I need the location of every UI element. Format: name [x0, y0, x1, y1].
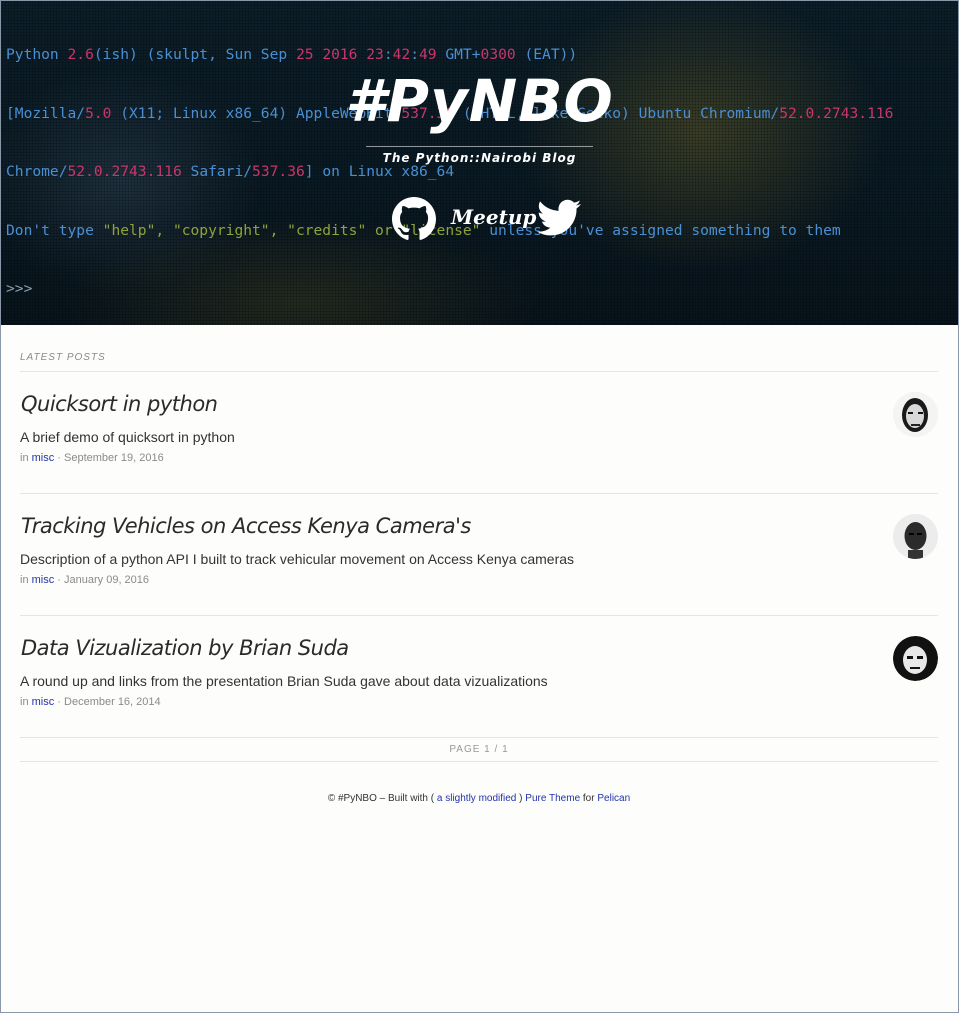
post-title[interactable]: Tracking Vehicles on Access Kenya Camera…	[21, 514, 471, 538]
footer-paren: )	[519, 793, 523, 804]
post-description: A brief demo of quicksort in python	[20, 429, 235, 445]
post-description: Description of a python API I built to t…	[20, 551, 575, 567]
social-links: Meetup	[1, 197, 958, 245]
author-avatar	[893, 636, 938, 681]
post-date: September 19, 2016	[64, 452, 164, 464]
main-content: LATEST POSTS Quicksort in python A brief…	[20, 325, 938, 804]
post-category-link[interactable]: misc	[32, 696, 55, 708]
post-meta: in misc · December 16, 2014	[20, 696, 161, 708]
post-item: Tracking Vehicles on Access Kenya Camera…	[20, 494, 938, 616]
post-meta-prefix: in	[20, 696, 29, 708]
author-avatar	[893, 514, 938, 559]
python-console[interactable]: Python 2.6(ish) (skulpt, Sun Sep 25 2016…	[6, 6, 951, 325]
title-divider	[366, 146, 593, 147]
post-meta-prefix: in	[20, 574, 29, 586]
footer: © #PyNBO – Built with ( a slightly modif…	[20, 793, 938, 804]
console-prompt[interactable]: >>>	[6, 279, 951, 299]
post-description: A round up and links from the presentati…	[20, 673, 548, 689]
site-subtitle: The Python::Nairobi Blog	[382, 151, 577, 165]
github-icon[interactable]	[392, 197, 436, 241]
footer-copyright: © #PyNBO – Built with (	[327, 793, 435, 804]
pure-theme-link[interactable]: Pure Theme	[525, 793, 580, 804]
post-item: Quicksort in python A brief demo of quic…	[20, 372, 938, 494]
latest-posts-heading: LATEST POSTS	[20, 352, 938, 372]
twitter-icon[interactable]	[537, 199, 581, 237]
post-meta: in misc · January 09, 2016	[20, 574, 150, 586]
post-date: January 09, 2016	[64, 574, 150, 586]
pelican-link[interactable]: Pelican	[597, 793, 630, 804]
post-date: December 16, 2014	[64, 696, 161, 708]
post-item: Data Vizualization by Brian Suda A round…	[20, 616, 938, 738]
post-category-link[interactable]: misc	[32, 452, 55, 464]
pagination: PAGE 1 / 1	[20, 738, 938, 762]
meetup-link[interactable]: Meetup	[451, 205, 536, 229]
header-banner: Python 2.6(ish) (skulpt, Sun Sep 25 2016…	[1, 1, 958, 325]
modified-theme-link[interactable]: a slightly modified	[437, 793, 516, 804]
post-title[interactable]: Quicksort in python	[21, 392, 218, 416]
post-title[interactable]: Data Vizualization by Brian Suda	[21, 636, 349, 660]
post-meta: in misc · September 19, 2016	[20, 452, 164, 464]
post-category-link[interactable]: misc	[32, 574, 55, 586]
post-meta-prefix: in	[20, 452, 29, 464]
footer-for: for	[582, 793, 595, 804]
author-avatar	[893, 392, 938, 437]
console-line-version: Python 2.6(ish) (skulpt, Sun Sep 25 2016…	[6, 46, 578, 63]
site-title[interactable]: #PyNBO	[1, 67, 958, 135]
